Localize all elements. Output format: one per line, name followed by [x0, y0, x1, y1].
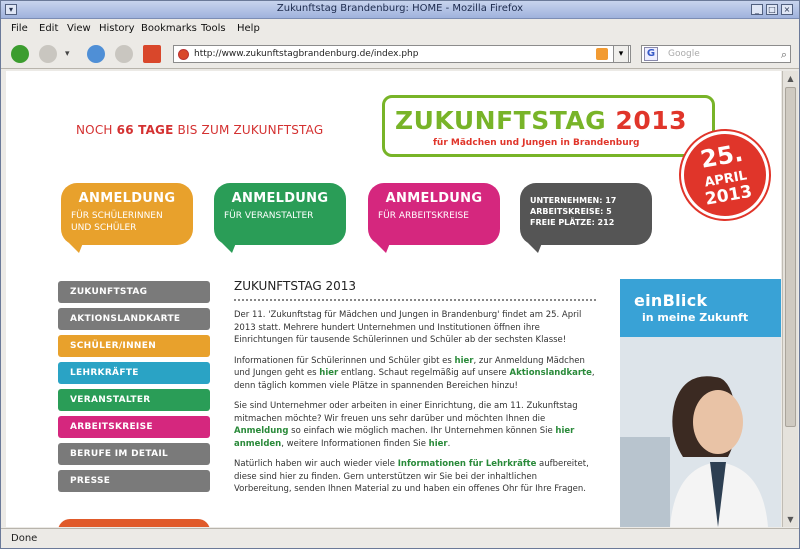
banner-subtitle: in meine Zukunft — [642, 311, 749, 324]
page-title: ZUKUNFTSTAG 2013 — [234, 279, 596, 301]
company-info-link[interactable]: hier — [429, 439, 448, 449]
stop-icon[interactable] — [115, 45, 133, 63]
teachers-info-link[interactable]: Informationen für Lehrkräfte — [398, 459, 537, 469]
nav-partial-item[interactable] — [58, 519, 210, 527]
action-map-link[interactable]: Aktionslandkarte — [510, 368, 592, 378]
banner-photo — [620, 337, 781, 527]
text: Informationen für Schülerinnen und Schül… — [234, 355, 455, 366]
countdown: NOCH 66 TAGE BIS ZUM ZUKUNFTSTAG — [76, 123, 323, 137]
bubble-title: ANMELDUNG — [385, 191, 483, 206]
browser-window: ▾ Zukunftstag Brandenburg: HOME - Mozill… — [0, 0, 800, 549]
teachers-paragraph: Natürlich haben wir auch wieder viele In… — [234, 458, 596, 496]
students-paragraph: Informationen für Schülerinnen und Schül… — [234, 355, 596, 393]
forward-icon[interactable] — [39, 45, 57, 63]
bubble-title: ANMELDUNG — [231, 191, 329, 206]
vertical-scrollbar[interactable]: ▲ ▼ — [782, 71, 798, 527]
banner-title: einBlick — [634, 291, 708, 310]
stat-workgroups: ARBEITSKREISE: 5 — [530, 207, 612, 216]
url-text: http://www.zukunftstagbrandenburg.de/ind… — [194, 49, 419, 59]
nav-arbeitskreise[interactable]: ARBEITSKREISE — [58, 416, 210, 438]
site-logo[interactable]: ZUKUNFTSTAG 2013 für Mädchen und Jungen … — [382, 95, 715, 157]
maximize-icon[interactable]: □ — [766, 4, 778, 15]
stat-companies: UNTERNEHMEN: 17 — [530, 196, 617, 205]
rss-feed-icon[interactable] — [596, 48, 608, 60]
window-title: Zukunftstag Brandenburg: HOME - Mozilla … — [276, 3, 524, 14]
countdown-prefix: NOCH — [76, 123, 113, 137]
scroll-up-icon[interactable]: ▲ — [784, 72, 797, 85]
menu-history[interactable]: History — [99, 23, 135, 34]
scroll-thumb[interactable] — [785, 87, 796, 427]
nav-veranstalter[interactable]: VERANSTALTER — [58, 389, 210, 411]
logo-year: 2013 — [615, 106, 688, 135]
url-bar[interactable]: http://www.zukunftstagbrandenburg.de/ind… — [173, 45, 631, 63]
reload-icon[interactable] — [87, 45, 105, 63]
bubble-tail — [222, 243, 236, 253]
text: so einfach wie möglich machen. Ihr Unter… — [288, 426, 556, 436]
students-register-link[interactable]: hier — [319, 368, 338, 378]
text: entlang. Schaut regelmäßig auf unsere — [338, 368, 510, 378]
bubble-subtitle: FÜR SCHÜLERINNEN UND SCHÜLER — [71, 211, 163, 233]
students-info-link[interactable]: hier — [455, 356, 474, 366]
bubble-subtitle: FÜR ARBEITSKREISE — [378, 211, 469, 221]
register-students-button[interactable]: ANMELDUNG FÜR SCHÜLERINNEN UND SCHÜLER — [61, 183, 193, 253]
register-organizers-button[interactable]: ANMELDUNG FÜR VERANSTALTER — [214, 183, 346, 253]
status-text: Done — [11, 533, 38, 544]
bubble-tail — [528, 243, 542, 253]
search-engine-icon[interactable]: G — [644, 47, 658, 61]
back-icon[interactable] — [11, 45, 29, 63]
menu-edit[interactable]: Edit — [39, 23, 58, 34]
menu-help[interactable]: Help — [237, 23, 260, 34]
nav-zukunftstag[interactable]: ZUKUNFTSTAG — [58, 281, 210, 303]
url-dropdown-icon[interactable]: ▾ — [613, 45, 629, 63]
text: Natürlich haben wir auch wieder viele — [234, 459, 398, 469]
stats-bubble: UNTERNEHMEN: 17 ARBEITSKREISE: 5 FREIE P… — [520, 183, 652, 253]
search-placeholder: Google — [668, 49, 700, 59]
nav-lehrkraefte[interactable]: LEHRKRÄFTE — [58, 362, 210, 384]
person-photo-icon — [620, 337, 781, 527]
web-page: NOCH 66 TAGE BIS ZUM ZUKUNFTSTAG ZUKUNFT… — [6, 71, 781, 527]
text: Sie sind Unternehmer oder arbeiten in ei… — [234, 401, 578, 424]
stat-free-places: FREIE PLÄTZE: 212 — [530, 218, 615, 227]
site-favicon-icon — [178, 49, 189, 60]
nav-aktionslandkarte[interactable]: AKTIONSLANDKARTE — [58, 308, 210, 330]
minimize-icon[interactable]: _ — [751, 4, 763, 15]
menu-bar: File Edit View History Bookmarks Tools H… — [1, 20, 799, 38]
logo-word: ZUKUNFTSTAG — [395, 106, 607, 135]
close-icon[interactable]: × — [781, 4, 793, 15]
bubble-tail — [376, 243, 390, 253]
status-bar: Done — [1, 528, 799, 548]
scroll-down-icon[interactable]: ▼ — [784, 513, 797, 526]
home-icon[interactable] — [143, 45, 161, 63]
menu-bookmarks[interactable]: Bookmarks — [141, 23, 197, 34]
bubble-tail — [69, 243, 83, 253]
countdown-suffix: BIS ZUM ZUKUNFTSTAG — [177, 123, 324, 137]
intro-paragraph: Der 11. 'Zukunftstag für Mädchen und Jun… — [234, 310, 582, 345]
bubble-title: ANMELDUNG — [78, 191, 176, 206]
companies-paragraph: Sie sind Unternehmer oder arbeiten in ei… — [234, 400, 596, 450]
history-dropdown-icon[interactable]: ▾ — [65, 49, 75, 59]
bubble-subtitle: FÜR VERANSTALTER — [224, 211, 314, 221]
menu-tools[interactable]: Tools — [201, 23, 226, 34]
countdown-days: 66 TAGE — [116, 123, 174, 137]
banner-header: einBlick in meine Zukunft — [620, 279, 781, 337]
nav-schuelerinnen[interactable]: SCHÜLER/INNEN — [58, 335, 210, 357]
text: . — [447, 438, 451, 449]
main-content: ZUKUNFTSTAG 2013 Der 11. 'Zukunftstag fü… — [234, 279, 596, 496]
menu-file[interactable]: File — [11, 23, 28, 34]
title-bar: ▾ Zukunftstag Brandenburg: HOME - Mozill… — [1, 1, 799, 19]
text: , weitere Informationen finden Sie — [281, 438, 429, 449]
register-workgroups-button[interactable]: ANMELDUNG FÜR ARBEITSKREISE — [368, 183, 500, 253]
nav-presse[interactable]: PRESSE — [58, 470, 210, 492]
registration-link[interactable]: Anmeldung — [234, 426, 288, 436]
search-input[interactable]: G Google ⌕ — [641, 45, 791, 63]
logo-subtitle: für Mädchen und Jungen in Brandenburg — [433, 138, 640, 148]
menu-view[interactable]: View — [67, 23, 91, 34]
search-icon[interactable]: ⌕ — [781, 47, 787, 63]
einblick-banner[interactable]: einBlick in meine Zukunft — [620, 279, 781, 527]
nav-berufe-im-detail[interactable]: BERUFE IM DETAIL — [58, 443, 210, 465]
